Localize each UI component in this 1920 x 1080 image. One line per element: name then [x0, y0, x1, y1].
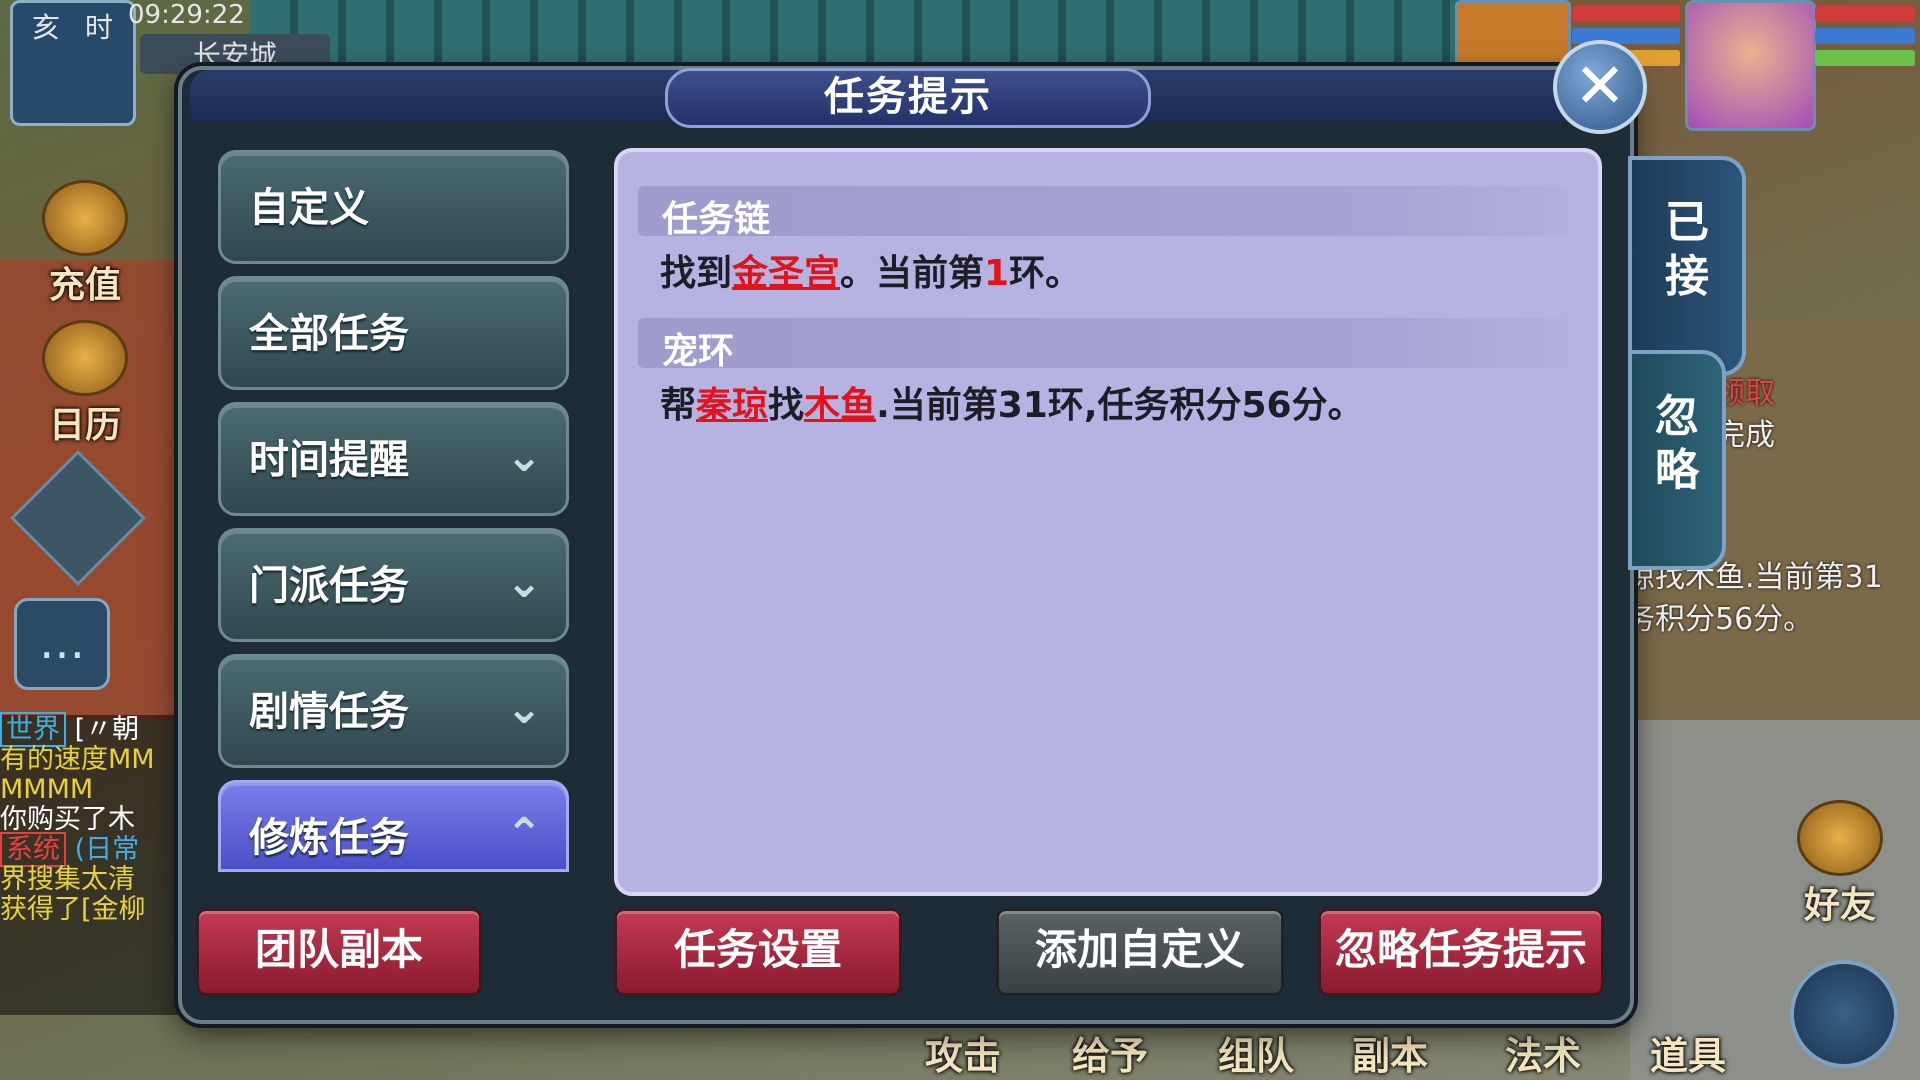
chat-line: MMMM	[0, 774, 94, 805]
category-label: 时间提醒	[249, 437, 409, 483]
system-channel-tag: 系统	[0, 832, 66, 867]
quest-tracker-line[interactable]: 务积分56分。	[1625, 594, 1813, 638]
chat-line: 获得了[金柳	[0, 894, 146, 925]
category-label: 全部任务	[249, 311, 409, 357]
category-label: 自定义	[249, 185, 369, 231]
friends-label: 好友	[1803, 885, 1876, 926]
refresh-icon[interactable]	[1790, 960, 1898, 1068]
task-content-panel: 任务链 找到金圣宫。当前第1环。 宠环 帮秦琼找木鱼.当前第31环,任务积分56…	[614, 148, 1602, 896]
team-dungeon-button[interactable]: 团队副本	[196, 908, 482, 996]
section-header: 任务链	[638, 186, 1568, 240]
calendar-label: 日历	[48, 405, 121, 446]
npc-link[interactable]: 秦琼	[696, 385, 768, 426]
chevron-down-icon: ⌄	[505, 683, 543, 734]
tab-accepted[interactable]: 已 接	[1628, 156, 1746, 376]
chat-line: 有的速度MM	[0, 744, 155, 775]
add-custom-button[interactable]: 添加自定义	[996, 908, 1284, 996]
section-title: 宠环	[662, 331, 735, 372]
tab-ignored[interactable]: 忽 略	[1628, 350, 1726, 570]
section-title: 任务链	[662, 199, 771, 240]
recharge-icon	[42, 180, 128, 256]
category-label: 门派任务	[249, 563, 409, 609]
recharge-button[interactable]: 充值	[30, 180, 140, 308]
player-sp-bar	[1815, 50, 1915, 66]
dungeon-button[interactable]: 副本	[1352, 1025, 1428, 1080]
pet-ring-text: 帮秦琼找木鱼.当前第31环,任务积分56分。	[660, 385, 1364, 426]
calendar-icon	[42, 320, 128, 396]
handshake-icon	[1797, 800, 1883, 876]
category-story-tasks[interactable]: 剧情任务 ⌄	[218, 654, 569, 768]
give-button[interactable]: 给予	[1072, 1025, 1148, 1080]
category-label: 剧情任务	[249, 689, 409, 735]
chat-line: (日常	[74, 834, 140, 865]
section-header: 宠环	[638, 318, 1568, 372]
pet-hp-bar	[1572, 6, 1680, 22]
chat-panel[interactable]: 世界 [〃朝 有的速度MM MMMM 你购买了木 系统 (日常 界搜集太清 获得…	[0, 712, 180, 1015]
category-all-tasks[interactable]: 全部任务	[218, 276, 569, 390]
chevron-up-icon: ⌃	[505, 809, 543, 860]
category-training-tasks[interactable]: 修炼任务 ⌃	[218, 780, 569, 872]
task-chain-text: 找到金圣宫。当前第1环。	[660, 253, 1082, 294]
chevron-down-icon: ⌄	[505, 431, 543, 482]
spell-button[interactable]: 法术	[1505, 1025, 1581, 1080]
player-mp-bar	[1815, 28, 1915, 44]
team-button[interactable]: 组队	[1218, 1025, 1294, 1080]
items-button[interactable]: 道具	[1650, 1025, 1726, 1080]
chat-bubble-icon[interactable]: …	[14, 598, 110, 690]
close-button[interactable]: ✕	[1553, 40, 1647, 134]
category-time-reminder[interactable]: 时间提醒 ⌄	[218, 402, 569, 516]
item-link[interactable]: 木鱼	[804, 385, 876, 426]
character-portrait[interactable]	[1685, 0, 1816, 131]
chat-line: [〃朝	[74, 714, 140, 745]
category-label: 修炼任务	[249, 815, 409, 861]
attack-button[interactable]: 攻击	[925, 1025, 1001, 1080]
ignore-task-tips-button[interactable]: 忽略任务提示	[1318, 908, 1604, 996]
calendar-button[interactable]: 日历	[30, 320, 140, 448]
background-roof	[250, 0, 1550, 70]
shichen-label: 亥 时	[32, 11, 121, 44]
system-time: 09:29:22	[128, 0, 245, 30]
category-custom[interactable]: 自定义	[218, 150, 569, 264]
task-settings-button[interactable]: 任务设置	[614, 908, 902, 996]
dialog-title: 任务提示	[665, 68, 1151, 128]
location-link[interactable]: 金圣宫	[732, 253, 840, 294]
recharge-label: 充值	[48, 265, 121, 306]
category-sect-tasks[interactable]: 门派任务 ⌄	[218, 528, 569, 642]
chevron-down-icon: ⌄	[505, 557, 543, 608]
chat-line: 界搜集太清	[0, 864, 135, 895]
player-hp-bar	[1815, 6, 1915, 22]
world-channel-tag: 世界	[0, 712, 66, 747]
chat-line: 你购买了木	[0, 804, 135, 835]
friends-button[interactable]: 好友	[1785, 800, 1895, 928]
